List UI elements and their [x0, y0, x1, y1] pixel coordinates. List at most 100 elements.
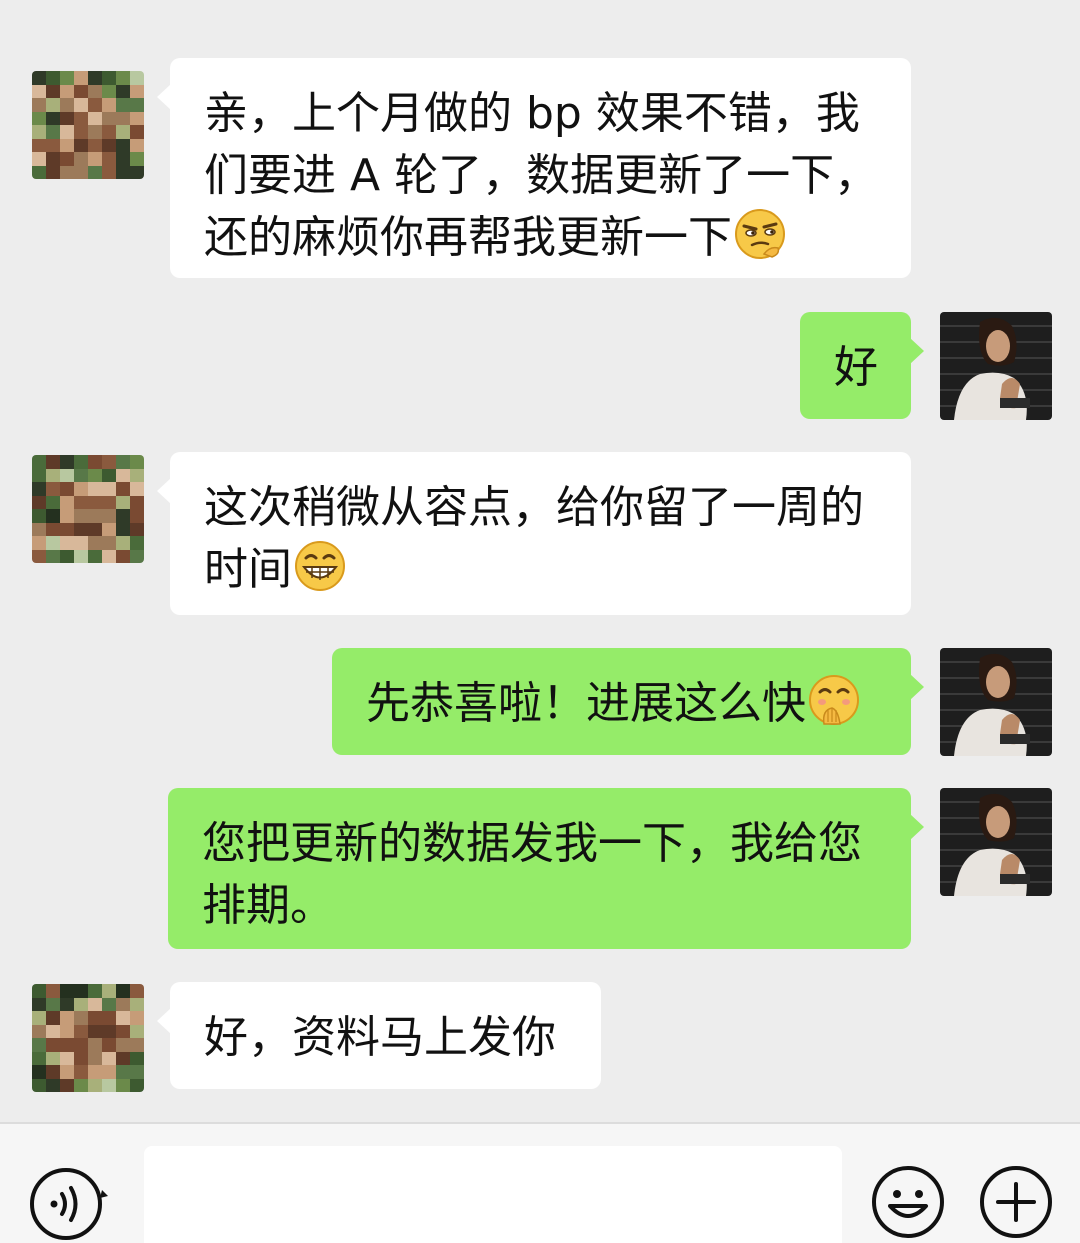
avatar-mosaic-tile — [130, 1038, 144, 1052]
avatar-mosaic-tile — [88, 111, 102, 125]
self-avatar[interactable] — [940, 312, 1052, 420]
avatar-mosaic-tile — [32, 1051, 46, 1065]
avatar-mosaic-tile — [130, 71, 144, 85]
avatar-mosaic-tile — [88, 165, 102, 179]
self-avatar-image — [940, 788, 1052, 896]
avatar-mosaic-tile — [60, 125, 74, 139]
message-text-line: 亲，上个月做的 bp 效果不错，我 — [204, 88, 860, 139]
message-text-line: 这次稍微从容点，给你留了一周的 — [204, 482, 864, 533]
message-bubble[interactable]: 先恭喜啦！进展这么快 — [332, 648, 924, 755]
avatar-mosaic-tile — [130, 1065, 144, 1079]
avatar-mosaic-tile — [74, 509, 88, 523]
avatar-mosaic-tile — [102, 1051, 116, 1065]
facepalm-smile-emoji-icon — [809, 675, 859, 725]
avatar-mosaic-tile — [102, 482, 116, 496]
avatar-mosaic-tile — [74, 455, 88, 469]
avatar-mosaic-tile — [32, 125, 46, 139]
avatar-mosaic-tile — [102, 536, 116, 550]
avatar-mosaic-tile — [88, 1011, 102, 1025]
avatar-mosaic-tile — [116, 1011, 130, 1025]
avatar-mosaic-tile — [88, 455, 102, 469]
chat-messages[interactable]: 亲，上个月做的 bp 效果不错，我 们要进 A 轮了，数据更新了一下， 还的麻烦… — [0, 0, 1080, 1122]
avatar-mosaic-tile — [116, 536, 130, 550]
avatar-mosaic-tile — [88, 549, 102, 563]
avatar-mosaic-tile — [130, 509, 144, 523]
avatar-mosaic-tile — [116, 1065, 130, 1079]
message-text-line: 好 — [834, 342, 878, 393]
self-avatar[interactable] — [940, 648, 1052, 756]
avatar-mosaic-tile — [74, 125, 88, 139]
avatar-mosaic-tile — [46, 1011, 60, 1025]
avatar-mosaic-tile — [130, 1078, 144, 1092]
avatar-mosaic-tile — [74, 997, 88, 1011]
avatar-mosaic-tile — [32, 1011, 46, 1025]
avatar-mosaic-tile — [60, 536, 74, 550]
self-avatar[interactable] — [940, 788, 1052, 896]
message-bubble[interactable]: 好 — [800, 312, 924, 419]
avatar-mosaic-tile — [32, 495, 46, 509]
avatar-mosaic-tile — [116, 1078, 130, 1092]
avatar-mosaic-tile — [60, 549, 74, 563]
avatar-mosaic-tile — [116, 468, 130, 482]
avatar-mosaic-tile — [130, 522, 144, 536]
avatar-mosaic-tile — [130, 495, 144, 509]
contact-avatar[interactable] — [32, 71, 144, 179]
avatar-mosaic-tile — [46, 509, 60, 523]
avatar-mosaic-tile — [116, 111, 130, 125]
avatar-mosaic-tile — [116, 125, 130, 139]
avatar-mosaic-tile — [46, 1051, 60, 1065]
avatar-mosaic-tile — [32, 1078, 46, 1092]
avatar-mosaic-tile — [130, 536, 144, 550]
avatar-mosaic-tile — [116, 984, 130, 998]
avatar-mosaic-tile — [60, 84, 74, 98]
avatar-mosaic-tile — [88, 84, 102, 98]
emoji-icon[interactable] — [870, 1164, 946, 1240]
avatar-mosaic-tile — [74, 468, 88, 482]
avatar-mosaic-tile — [46, 468, 60, 482]
avatar-mosaic-tile — [74, 1011, 88, 1025]
contact-avatar[interactable] — [32, 455, 144, 563]
avatar-mosaic-tile — [102, 138, 116, 152]
message-bubble[interactable]: 这次稍微从容点，给你留了一周的 时间 — [157, 452, 911, 615]
plus-icon[interactable] — [978, 1164, 1054, 1240]
avatar-mosaic-tile — [46, 495, 60, 509]
avatar-mosaic-tile — [102, 984, 116, 998]
avatar-mosaic-tile — [74, 98, 88, 112]
skeptical-emoji-icon — [735, 209, 785, 259]
voice-icon[interactable] — [28, 1164, 108, 1243]
message-input[interactable] — [144, 1146, 842, 1243]
avatar-mosaic-tile — [60, 1065, 74, 1079]
avatar-mosaic-tile — [116, 98, 130, 112]
message-text-line: 排期。 — [202, 880, 334, 931]
avatar-mosaic-tile — [60, 152, 74, 166]
avatar-mosaic-tile — [46, 138, 60, 152]
avatar-mosaic-tile — [116, 84, 130, 98]
self-avatar-image — [940, 312, 1052, 420]
avatar-mosaic-tile — [74, 1065, 88, 1079]
message-bubble[interactable]: 亲，上个月做的 bp 效果不错，我 们要进 A 轮了，数据更新了一下， 还的麻烦… — [157, 58, 911, 278]
avatar-mosaic-tile — [102, 1011, 116, 1025]
avatar-mosaic-tile — [74, 495, 88, 509]
avatar-mosaic-tile — [32, 984, 46, 998]
avatar-mosaic-tile — [32, 1065, 46, 1079]
avatar-mosaic-tile — [74, 1024, 88, 1038]
message-bubble[interactable]: 您把更新的数据发我一下，我给您 排期。 — [168, 788, 924, 949]
avatar-mosaic-tile — [88, 984, 102, 998]
avatar-mosaic-tile — [116, 1038, 130, 1052]
message-bubble[interactable]: 好，资料马上发你 — [157, 982, 601, 1089]
avatar-mosaic-tile — [32, 455, 46, 469]
avatar-mosaic-tile — [46, 549, 60, 563]
avatar-mosaic-tile — [116, 482, 130, 496]
avatar-mosaic-tile — [32, 111, 46, 125]
avatar-mosaic-tile — [130, 455, 144, 469]
avatar-mosaic-tile — [46, 1065, 60, 1079]
avatar-mosaic-tile — [74, 1038, 88, 1052]
avatar-mosaic-tile — [88, 1051, 102, 1065]
contact-avatar[interactable] — [32, 984, 144, 1092]
avatar-mosaic-tile — [60, 495, 74, 509]
avatar-mosaic-tile — [116, 455, 130, 469]
avatar-mosaic-tile — [74, 522, 88, 536]
avatar-mosaic-tile — [46, 536, 60, 550]
avatar-mosaic-tile — [46, 997, 60, 1011]
avatar-mosaic-tile — [130, 984, 144, 998]
